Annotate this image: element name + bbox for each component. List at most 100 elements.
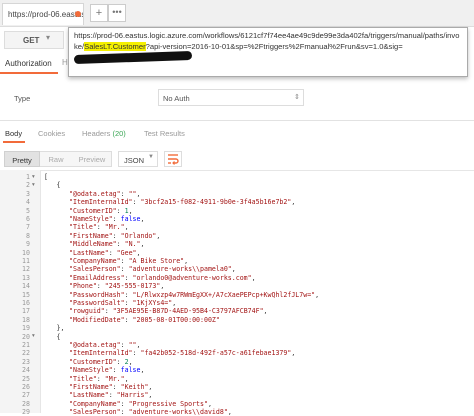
line-number: 14: [22, 282, 30, 291]
fold-toggle-icon[interactable]: ▾: [32, 333, 35, 339]
json-key: "MiddleName": [69, 240, 117, 249]
code-line: "rowguid": "3F5AE95E-B87D-4AED-95B4-C379…: [69, 307, 268, 316]
fold-toggle-icon[interactable]: ▾: [32, 174, 35, 180]
code-line: {: [56, 181, 61, 190]
code-line: "SalesPerson": "adventure-works\\david8"…: [69, 408, 232, 416]
json-value: false: [120, 215, 141, 223]
method-select[interactable]: GET: [4, 31, 64, 49]
line-number: 4: [26, 198, 30, 207]
tab-response-headers[interactable]: Headers (20): [82, 129, 126, 138]
code-line: "CompanyName": "Progressive Sports",: [69, 399, 212, 408]
tab-test-results[interactable]: Test Results: [144, 129, 185, 138]
pretty-button[interactable]: Pretty: [4, 151, 40, 167]
json-value: "Gee": [116, 248, 137, 257]
code-line: "Phone": "245-555-0173",: [69, 282, 165, 291]
code-line: "SalesPerson": "adventure-works\\pamela0…: [69, 265, 236, 274]
json-key: "LastName": [69, 391, 109, 400]
language-value: JSON: [124, 156, 145, 165]
tab-cookies[interactable]: Cookies: [38, 129, 65, 138]
line-number: 7: [26, 223, 30, 232]
json-key: "PasswordSalt": [69, 299, 125, 307]
line-number: 6: [26, 215, 30, 223]
json-value: "adventure-works\\david8": [128, 408, 228, 416]
json-key: "SalesPerson": [69, 265, 121, 274]
more-tabs-button[interactable]: •••: [108, 4, 126, 22]
wrap-lines-icon: [168, 154, 179, 165]
code-line: "CustomerID": 2,: [69, 357, 133, 366]
new-tab-button[interactable]: +: [90, 4, 108, 22]
json-key: "Phone": [69, 282, 97, 291]
line-number: 22: [22, 349, 30, 358]
json-key: "LastName": [69, 248, 109, 257]
line-number: 12: [22, 265, 30, 274]
line-number: 1: [26, 173, 30, 181]
url-part-3: ?api-version=2016-10-01&sp=%2Ftriggers%2…: [145, 41, 403, 51]
line-number: 11: [22, 257, 30, 265]
json-value: "fa42b052-518d-492f-a57c-a61febae1379": [140, 349, 292, 358]
raw-button[interactable]: Raw: [40, 151, 72, 167]
code-line: "MiddleName": "N.",: [69, 240, 145, 249]
json-value: 2: [124, 357, 129, 366]
code-line: "ModifiedDate": "2005-08-01T00:00:00Z": [69, 315, 220, 324]
json-value: "": [128, 189, 137, 198]
line-number: 2: [26, 181, 30, 190]
request-tab-label: https://prod-06.eastus: [8, 10, 84, 19]
headers-count-badge: (20): [112, 129, 126, 138]
json-key: "NameStyle": [69, 366, 113, 375]
auth-type-select[interactable]: No Auth: [158, 89, 304, 106]
json-value: "Progressive Sports": [128, 399, 208, 408]
json-key: "Title": [69, 374, 97, 383]
json-value: "L/Rlwxzp4w7RWmEgXX+/A7cXaePEPcp+KwQhl2f…: [132, 290, 316, 299]
json-key: "NameStyle": [69, 215, 113, 223]
code-line: "LastName": "Gee",: [69, 248, 141, 257]
json-value: "3bcf2a15-f082-4911-9b0e-3f4a5b16e7b2": [140, 198, 292, 207]
tab-body[interactable]: Body: [5, 129, 22, 138]
line-number: 28: [22, 399, 30, 408]
tab-headers-partial[interactable]: H: [62, 58, 68, 67]
tab-authorization[interactable]: Authorization: [0, 54, 58, 74]
code-line: "NameStyle": false,: [69, 366, 145, 375]
json-key: "@odata.etag": [69, 341, 121, 349]
fold-toggle-icon[interactable]: ▾: [32, 182, 35, 188]
line-number: 15: [22, 290, 30, 299]
json-key: "rowguid": [69, 307, 105, 316]
code-line: [: [44, 173, 48, 181]
code-line: },: [56, 324, 65, 333]
line-number: 26: [22, 383, 30, 391]
json-key: "FirstName": [69, 383, 113, 391]
preview-button[interactable]: Preview: [72, 151, 112, 167]
line-number: 21: [22, 341, 30, 349]
line-number: 3: [26, 189, 30, 198]
request-tab[interactable]: https://prod-06.eastus: [2, 3, 84, 25]
json-key: "CompanyName": [69, 399, 121, 408]
code-line: "Title": "Mr.",: [69, 374, 129, 383]
code-line: "@odata.etag": "",: [69, 189, 141, 198]
json-value: "Harris": [116, 391, 149, 400]
json-key: "SalesPerson": [69, 408, 121, 416]
line-number: 24: [22, 366, 30, 375]
url-highlight: SalesLT.Customer: [84, 41, 146, 51]
chevron-updown-icon: ⇕: [294, 94, 300, 101]
json-key: "@odata.etag": [69, 189, 121, 198]
json-key: "ModifiedDate": [69, 315, 125, 324]
json-key: "ItemInternalId": [69, 198, 133, 207]
json-value: "orlando0@adventure-works.com": [132, 273, 252, 282]
line-number: 19: [22, 324, 30, 333]
chevron-down-icon: ▾: [46, 33, 51, 42]
divider: [0, 120, 474, 121]
json-key: "CustomerID": [69, 357, 117, 366]
code-line: "PasswordSalt": "1KjXYs4=",: [69, 299, 177, 307]
tab-headers-partial-label: H: [62, 58, 68, 67]
json-key: "ItemInternalId": [69, 349, 133, 358]
code-line: "PasswordHash": "L/Rlwxzp4w7RWmEgXX+/A7c…: [69, 290, 320, 299]
line-number: 9: [26, 240, 30, 249]
tab-authorization-label: Authorization: [5, 59, 52, 68]
code-line: "FirstName": "Orlando",: [69, 231, 161, 240]
line-number: 10: [22, 248, 30, 257]
json-value: 1: [124, 206, 129, 215]
json-value: "2005-08-01T00:00:00Z": [132, 315, 220, 324]
json-value: "Mr.": [104, 223, 125, 232]
json-key: "FirstName": [69, 231, 113, 240]
wrap-lines-button[interactable]: [164, 151, 182, 167]
plus-icon: +: [95, 7, 103, 19]
